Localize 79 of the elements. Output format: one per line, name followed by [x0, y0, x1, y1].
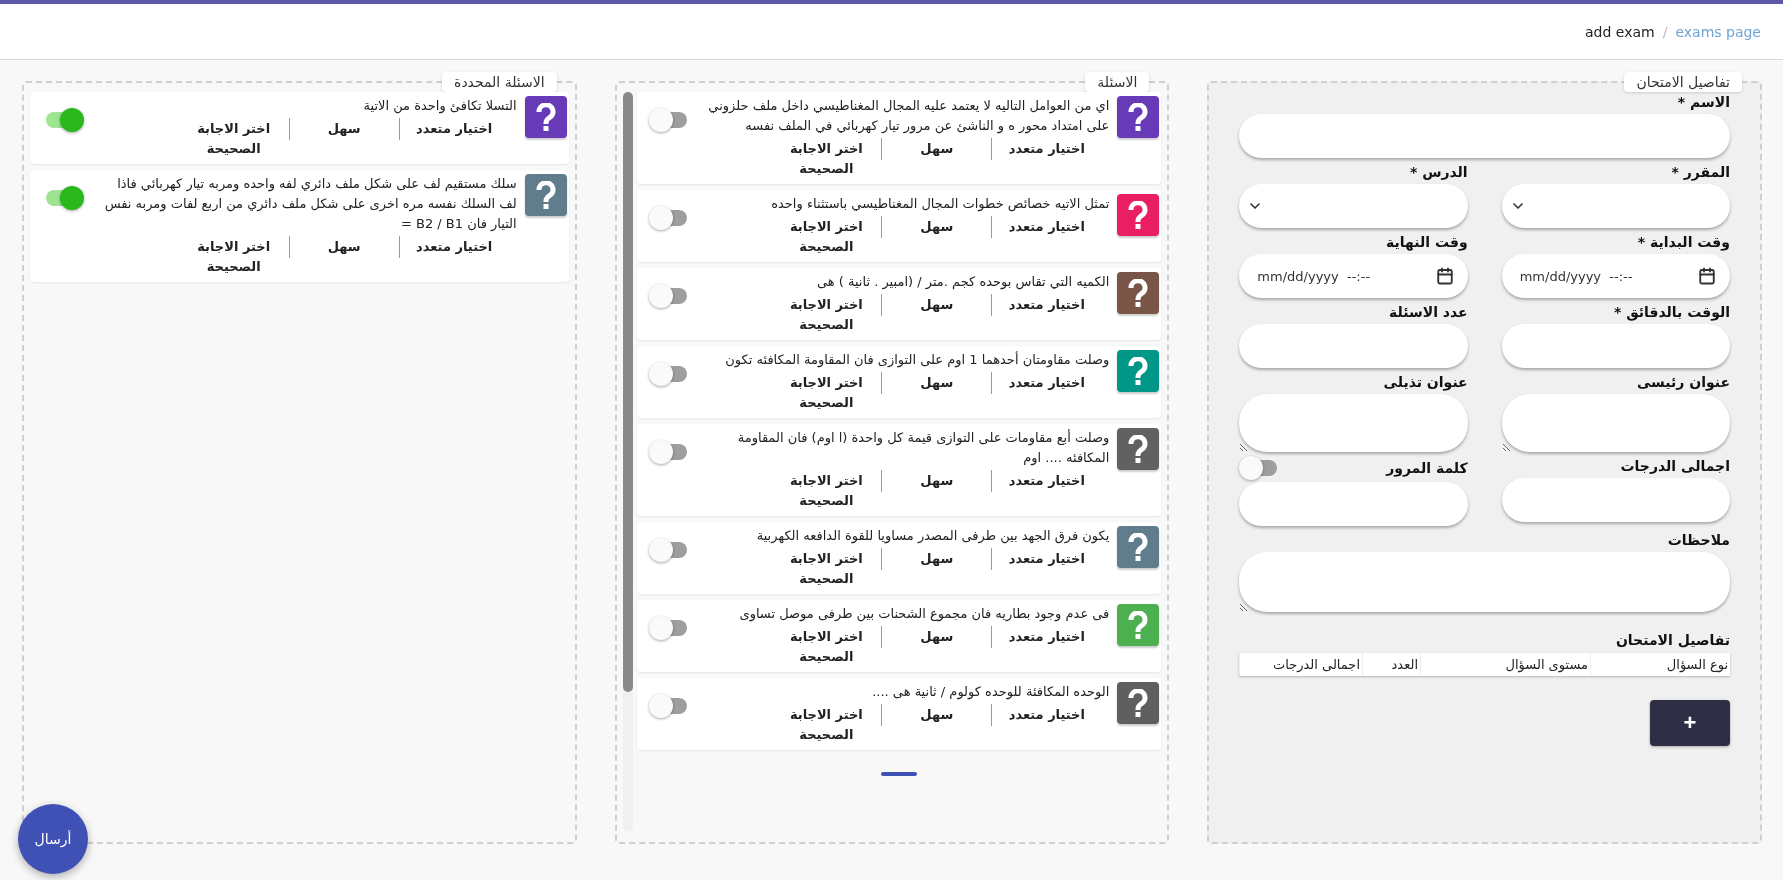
text-field[interactable]: [1501, 478, 1730, 522]
question-level: سهل: [288, 118, 399, 140]
question-text: وصلت أبع مقاومات على التوازى قيمة كل واحدة (ا اوم) فان المقاومة المكافئه .... اوم: [736, 428, 1110, 468]
question-type: اختيار متعدد: [991, 470, 1102, 492]
question-level: سهل: [881, 470, 992, 492]
question-level: سهل: [881, 138, 992, 160]
field-label: اجمالى الدرجات: [1620, 458, 1730, 474]
select-field[interactable]: [1501, 184, 1730, 228]
question-type: اختيار متعدد: [991, 138, 1102, 160]
question-text: الوحده المكافئة للوحده كولوم / ثانية هى ....: [871, 683, 1110, 702]
question-type: اختيار متعدد: [991, 626, 1102, 648]
field-label: كلمة المرور: [1386, 460, 1468, 476]
question-text: يكون فرق الجهد بين طرفى المصدر مساويا للقوة الدافعه الكهربية: [755, 527, 1110, 546]
section-title: تفاصيل الامتحان: [1615, 632, 1730, 648]
field-label: ملاحظات: [1667, 532, 1730, 548]
field-label: عدد الاسئلة: [1389, 304, 1468, 320]
question-type: اختيار متعدد: [398, 118, 509, 140]
panel-title: الاسئلة: [1085, 72, 1150, 92]
field-label: وقت النهاية: [1386, 234, 1468, 250]
question-instruction: اختر الاجابة الصحيحة: [196, 120, 272, 158]
question-instruction: اختر الاجابة الصحيحة: [788, 296, 864, 334]
question-level: سهل: [881, 372, 992, 394]
select-field[interactable]: [1239, 184, 1468, 228]
field-label: الدرس *: [1409, 164, 1468, 180]
question-level: سهل: [881, 704, 992, 726]
column-header: نوع السؤال: [1590, 653, 1730, 676]
date-field[interactable]: mm/dd/yyyy --:--: [1501, 254, 1730, 298]
question-text: الكميه التي تقاس بوحده كجم .متر / (امبير . ثانية ) هى: [815, 273, 1110, 292]
date-placeholder: mm/dd/yyyy --:--: [1257, 268, 1371, 284]
question-type: اختيار متعدد: [991, 216, 1102, 238]
question-text: اي من العوامل التاليه لا يعتمد عليه المجال المغناطيسي داخل ملف حلزوني على امتداد محور ه و الناشئ عن مرور تيار كهربائي في الملف نفسه: [707, 97, 1110, 136]
field-label: عنوان رئيسى: [1636, 374, 1730, 390]
panel-title: تفاصيل الامتحان: [1624, 72, 1742, 92]
breadcrumb-current: add exam: [1585, 23, 1655, 40]
question-type: اختيار متعدد: [398, 236, 509, 258]
send-button[interactable]: أرسال: [18, 804, 88, 874]
field-label: الاسم *: [1677, 94, 1730, 110]
text-field[interactable]: [1239, 114, 1730, 158]
question-type: اختيار متعدد: [991, 548, 1102, 570]
question-instruction: اختر الاجابة الصحيحة: [788, 628, 864, 666]
column-header: العدد: [1362, 653, 1420, 676]
scrollbar-thumb[interactable]: [622, 92, 633, 692]
question-type: اختيار متعدد: [991, 372, 1102, 394]
text-field[interactable]: [1239, 482, 1468, 526]
text-field[interactable]: [1501, 324, 1730, 368]
field-label: الوقت بالدقائق *: [1613, 304, 1730, 320]
field-label: عنوان تذيلى: [1383, 374, 1468, 390]
question-text: فى عدم وجود بطاريه فان مجموع الشحنات بين طرفى موصل تساوى: [738, 605, 1110, 624]
breadcrumb-separator: /: [1662, 23, 1668, 40]
scroll-indicator: [881, 772, 917, 776]
calendar-icon: [1435, 267, 1454, 285]
add-button[interactable]: +: [1650, 700, 1730, 746]
question-level: سهل: [881, 216, 992, 238]
question-instruction: اختر الاجابة الصحيحة: [788, 706, 864, 744]
question-instruction: اختر الاجابة الصحيحة: [788, 472, 864, 510]
field-label: المقرر *: [1671, 164, 1730, 180]
field-label: وقت البداية *: [1637, 234, 1730, 250]
question-instruction: اختر الاجابة الصحيحة: [788, 550, 864, 588]
question-text: سلك مستقيم لف على شكل ملف دائري لفه واحده ومربه تيار كهربائي فاذا لف السلك نفسه مره اخرى على شكل ملف دائري من اربع لفات ومربه نفس التيار فان B2 / B1 =: [103, 175, 517, 233]
question-level: سهل: [881, 548, 992, 570]
calendar-icon: [1698, 267, 1716, 285]
question-type: اختيار متعدد: [991, 704, 1102, 726]
date-placeholder: mm/dd/yyyy --:--: [1519, 268, 1633, 284]
question-text: التسلا تكافئ واحدة من الاتية: [362, 97, 517, 116]
question-text: تمثل الاتيه خصائص خطوات المجال المغناطيسي باستثناء واحده: [770, 195, 1110, 214]
date-field[interactable]: mm/dd/yyyy --:--: [1239, 254, 1468, 298]
question-instruction: اختر الاجابة الصحيحة: [788, 374, 864, 412]
question-instruction: اختر الاجابة الصحيحة: [788, 140, 864, 178]
question-text: وصلت مقاومتان أحدهما 1 اوم على التوازى فان المقاومة المكافئه تكون: [724, 350, 1110, 370]
panel-title: الاسئلة المحددة: [442, 72, 557, 92]
column-header: اجمالى الدرجات: [1239, 653, 1362, 676]
text-field[interactable]: [1239, 324, 1468, 368]
question-level: سهل: [881, 294, 992, 316]
question-instruction: اختر الاجابة الصحيحة: [788, 218, 864, 256]
question-type: اختيار متعدد: [991, 294, 1102, 316]
question-level: سهل: [288, 236, 399, 258]
column-header: مستوى السؤال: [1420, 653, 1590, 676]
question-instruction: اختر الاجابة الصحيحة: [196, 238, 272, 276]
question-level: سهل: [881, 626, 992, 648]
